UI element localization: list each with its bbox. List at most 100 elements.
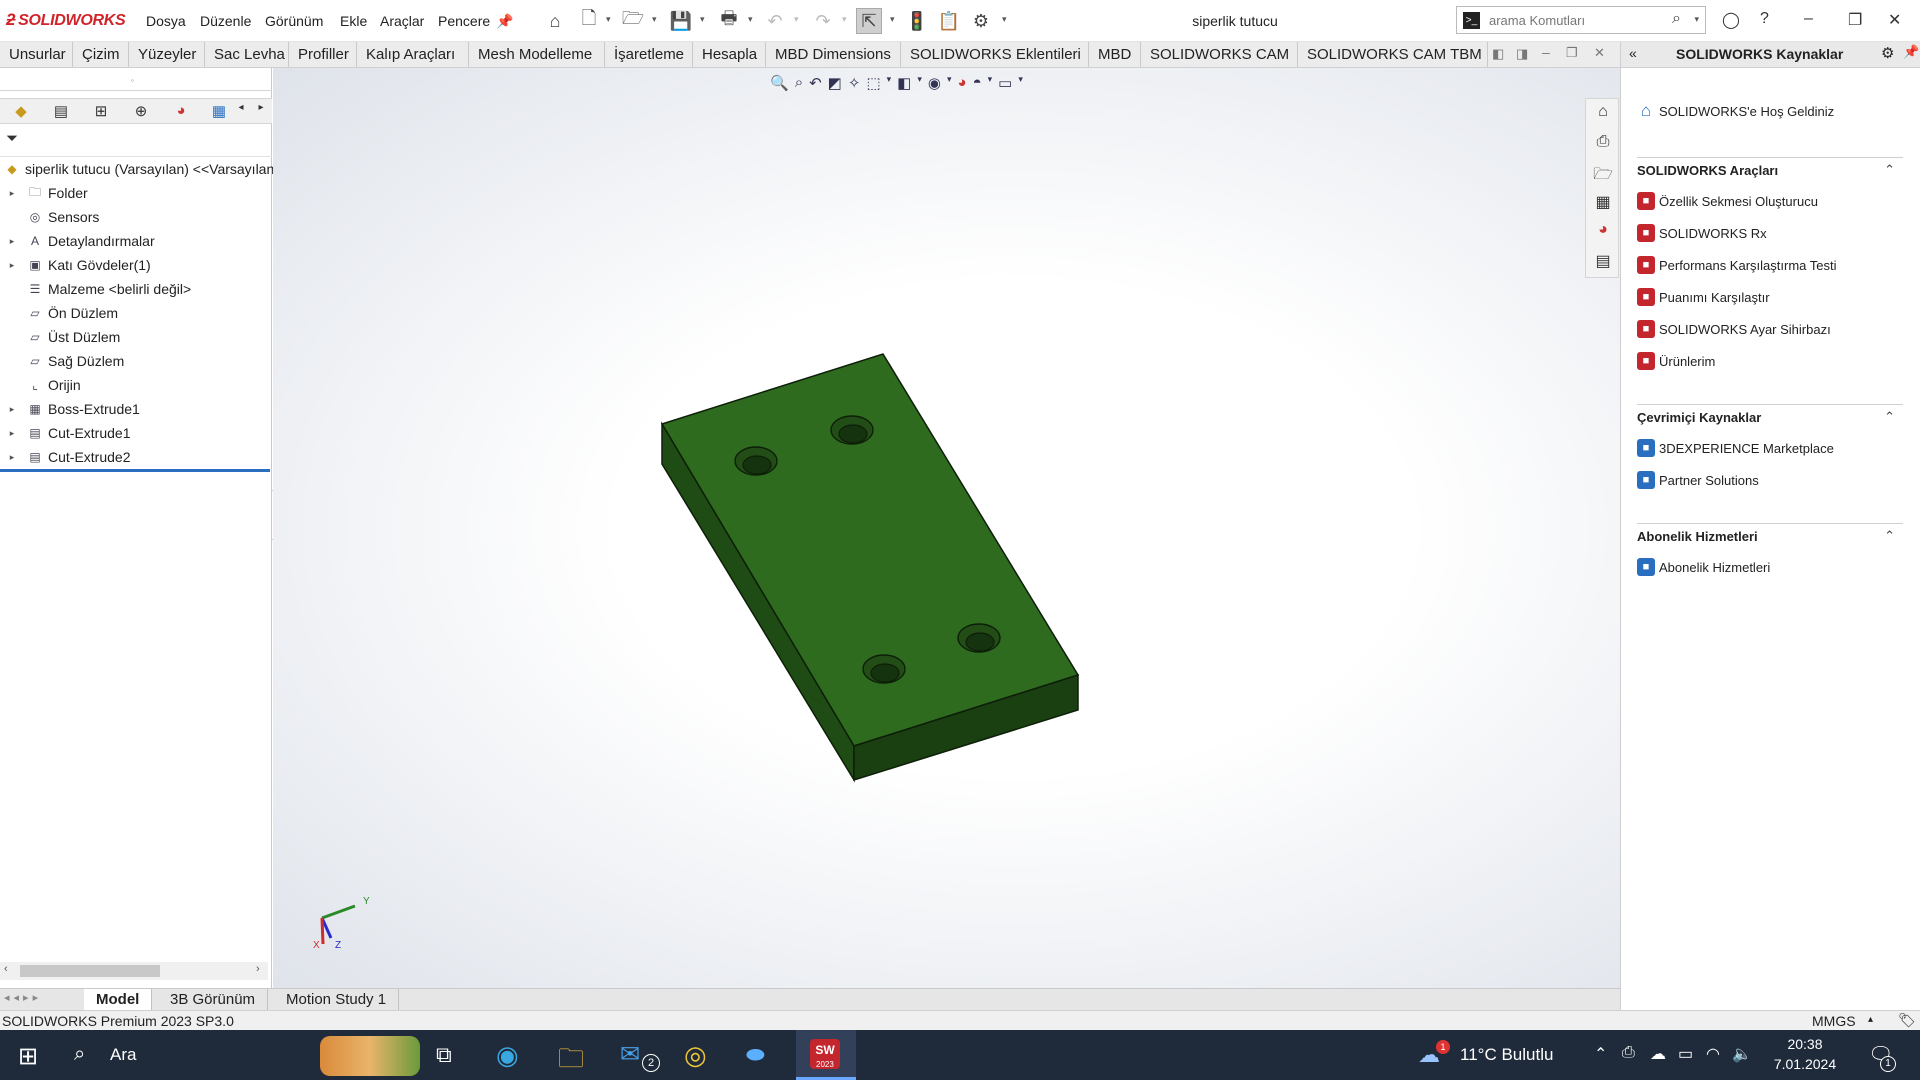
part-model[interactable] <box>660 353 1080 783</box>
undo-icon[interactable]: ↶ <box>762 8 788 34</box>
menu-araclar[interactable]: Araçlar <box>380 13 424 29</box>
expand-arrow-icon[interactable]: ▸ <box>6 260 18 271</box>
resource-link[interactable]: ■ Ürünlerim <box>1637 352 1715 370</box>
solidworks-taskbar-button[interactable]: SW 2023 <box>796 1030 856 1080</box>
tab-solidworks-cam[interactable]: SOLIDWORKS CAM <box>1141 42 1298 67</box>
resource-link[interactable]: ■ Puanımı Karşılaştır <box>1637 288 1770 306</box>
menu-ekle[interactable]: Ekle <box>340 13 367 29</box>
design-library-icon[interactable]: ⎙ <box>1593 133 1613 153</box>
tab-unsurlar[interactable]: Unsurlar <box>0 42 73 67</box>
onedrive-cloud-icon[interactable]: ☁ <box>1650 1044 1666 1064</box>
app-swoosh-icon[interactable]: ⬬ <box>746 1042 765 1068</box>
tree-item[interactable]: ▸ ▦ Boss-Extrude1 <box>0 398 140 420</box>
minimize-icon[interactable]: – <box>1804 10 1813 28</box>
units-dropdown-icon[interactable]: ▴ <box>1868 1014 1873 1025</box>
scroll-left-icon[interactable]: ‹ <box>4 963 8 975</box>
options-dropdown-icon[interactable]: ▾ <box>1002 14 1007 25</box>
resource-link[interactable]: ■ SOLIDWORKS Rx <box>1637 224 1767 242</box>
tab-sac-levha[interactable]: Sac Levha <box>205 42 289 67</box>
cam-tab-icon[interactable]: ▦ <box>208 102 230 122</box>
dimxpert-tab-icon[interactable]: ⊕ <box>130 102 152 122</box>
open-dropdown-icon[interactable]: ▾ <box>652 14 657 25</box>
tree-rollback-bar[interactable] <box>0 469 270 472</box>
view-palette-icon[interactable]: ▦ <box>1593 192 1613 212</box>
taskbar-search-icon[interactable]: ⌕ <box>74 1043 85 1066</box>
clock-time[interactable]: 20:38 <box>1770 1036 1840 1052</box>
options-gear-icon[interactable]: ⚙ <box>968 8 994 34</box>
clock-date[interactable]: 7.01.2024 <box>1770 1056 1840 1072</box>
menu-pencere[interactable]: Pencere <box>438 13 490 29</box>
tree-item[interactable]: ▱ Üst Düzlem <box>0 326 120 348</box>
panel-pin-icon[interactable]: 📌 <box>1903 44 1919 60</box>
expand-arrow-icon[interactable]: ▸ <box>6 404 18 415</box>
tab-mbd-dimensions[interactable]: MBD Dimensions <box>766 42 901 67</box>
tab-yuzeyler[interactable]: Yüzeyler <box>129 42 205 67</box>
restore-icon[interactable]: ❐ <box>1848 10 1862 30</box>
tab-kalip-araclari[interactable]: Kalıp Araçları <box>357 42 469 67</box>
select-arrow-icon[interactable]: ⇱ <box>856 8 882 34</box>
tab-3b-gorunum[interactable]: 3B Görünüm <box>158 989 269 1010</box>
hole[interactable] <box>862 654 906 684</box>
horizontal-scrollbar[interactable]: ‹ › <box>0 962 268 980</box>
resource-link[interactable]: ■ Partner Solutions <box>1637 471 1759 489</box>
volume-icon[interactable]: 🔈 <box>1732 1044 1752 1064</box>
tab-solidworks-cam-tbm[interactable]: SOLIDWORKS CAM TBM <box>1298 42 1488 67</box>
wifi-icon[interactable]: ◠ <box>1706 1044 1720 1064</box>
tab-mesh-modelleme[interactable]: Mesh Modelleme <box>469 42 605 67</box>
collapse-chevron-icon[interactable]: ⌃ <box>1884 409 1895 425</box>
custom-properties-icon[interactable]: ▤ <box>1593 251 1613 271</box>
doc-minimize-icon[interactable]: – <box>1542 44 1550 60</box>
show-hidden-icons-chevron-icon[interactable]: ⌃ <box>1594 1044 1607 1064</box>
panel-splitter-handle[interactable]: ◦ <box>131 76 134 85</box>
undo-dropdown-icon[interactable]: ▾ <box>794 14 799 25</box>
tree-item[interactable]: ▸ ▤ Cut-Extrude1 <box>0 422 131 444</box>
tree-item[interactable]: ▸ 🗀 Folder <box>0 182 88 204</box>
menu-gorunum[interactable]: Görünüm <box>265 13 323 29</box>
save-dropdown-icon[interactable]: ▾ <box>700 14 705 25</box>
expand-arrow-icon[interactable]: ▸ <box>6 428 18 439</box>
search-icon[interactable]: ⌕ <box>1672 10 1681 28</box>
configuration-manager-tab-icon[interactable]: ⊞ <box>90 102 112 122</box>
solidworks-logo[interactable]: ƻ SOLIDWORKS <box>6 10 126 30</box>
doc-close-icon[interactable]: ✕ <box>1594 45 1605 61</box>
search-dropdown-icon[interactable]: ▾ <box>1694 14 1699 25</box>
file-properties-icon[interactable]: 📋 <box>936 8 962 34</box>
user-icon[interactable]: ◯ <box>1722 10 1740 30</box>
resource-link[interactable]: ■ Abonelik Hizmetleri <box>1637 558 1770 576</box>
welcome-link[interactable]: ⌂ SOLIDWORKS'e Hoş Geldiniz <box>1637 101 1834 120</box>
tab-cizim[interactable]: Çizim <box>73 42 129 67</box>
scroll-right-icon[interactable]: › <box>256 963 260 975</box>
tab-solidworks-eklentileri[interactable]: SOLIDWORKS Eklentileri <box>901 42 1089 67</box>
tabs-scroll-right-icon[interactable]: ▸ <box>250 102 272 122</box>
tab-hesapla[interactable]: Hesapla <box>693 42 766 67</box>
scrollbar-thumb[interactable] <box>20 965 160 977</box>
mail-icon[interactable]: ✉ <box>620 1040 640 1069</box>
tree-root[interactable]: ◆ siperlik tutucu (Varsayılan) <<Varsayı… <box>0 158 274 180</box>
tile-left-icon[interactable]: ◧ <box>1492 46 1504 62</box>
tree-item[interactable]: ▸ ▤ Cut-Extrude2 <box>0 446 131 468</box>
command-search-input[interactable]: >_ arama Komutları ⌕ ▾ <box>1456 6 1706 34</box>
menu-duzenle[interactable]: Düzenle <box>200 13 251 29</box>
redo-icon[interactable]: ↷ <box>810 8 836 34</box>
pin-icon[interactable]: 📌 <box>492 8 518 34</box>
help-icon[interactable]: ? <box>1760 10 1769 28</box>
weather-text[interactable]: 11°C Bulutlu <box>1460 1045 1553 1065</box>
tabs-scroll-left-icon[interactable]: ◂ <box>230 102 252 122</box>
resources-section-header[interactable]: SOLIDWORKS Araçları ⌃ <box>1637 157 1903 178</box>
resources-section-header[interactable]: Çevrimiçi Kaynaklar ⌃ <box>1637 404 1903 425</box>
reference-triad[interactable]: Y X Z <box>313 896 370 951</box>
print-dropdown-icon[interactable]: ▾ <box>748 14 753 25</box>
save-icon[interactable]: 💾 <box>668 8 694 34</box>
search-highlight-image[interactable] <box>320 1036 420 1076</box>
expand-arrow-icon[interactable]: ▸ <box>6 452 18 463</box>
file-explorer-icon[interactable]: 🗁 <box>1593 163 1613 183</box>
hole[interactable] <box>830 415 874 445</box>
edge-browser-icon[interactable]: ◉ <box>496 1040 519 1071</box>
tree-item[interactable]: ▸ A Detaylandırmalar <box>0 230 155 252</box>
new-document-icon[interactable]: 🗋 <box>576 8 602 34</box>
new-dropdown-icon[interactable]: ▾ <box>606 14 611 25</box>
open-folder-icon[interactable]: 🗁 <box>620 8 646 34</box>
print-icon[interactable]: 🖶 <box>716 8 742 34</box>
tab-isaretleme[interactable]: İşaretleme <box>605 42 693 67</box>
expand-arrow-icon[interactable]: ▸ <box>6 236 18 247</box>
